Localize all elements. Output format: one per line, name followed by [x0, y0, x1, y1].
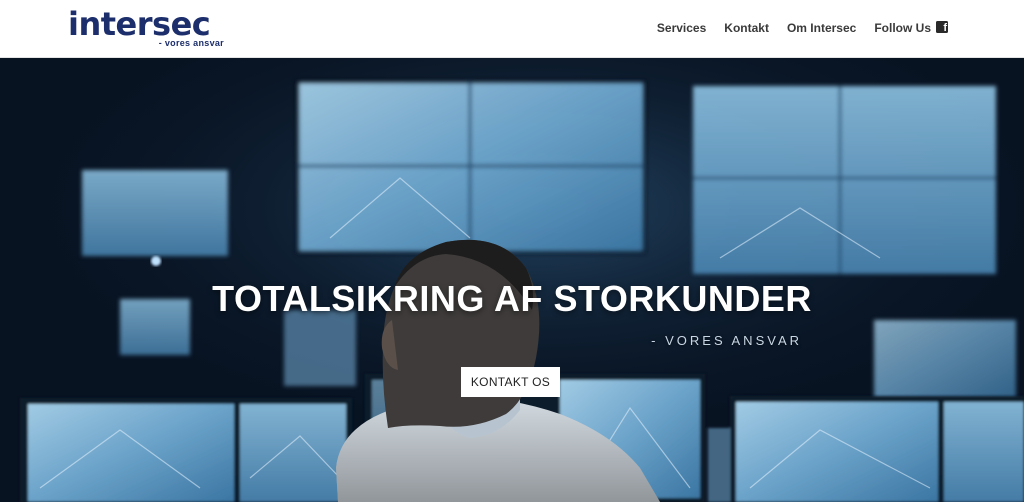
nav-follow-us[interactable]: Follow Us f	[874, 18, 948, 38]
hero-subtitle: - VORES ANSVAR	[651, 333, 802, 348]
facebook-icon[interactable]: f	[936, 21, 948, 33]
logo-tagline: - vores ansvar	[158, 38, 224, 48]
hero-section: TOTALSIKRING AF STORKUNDER - VORES ANSVA…	[0, 58, 1024, 502]
hero-title: TOTALSIKRING AF STORKUNDER	[212, 278, 812, 319]
main-nav: Services Kontakt Om Intersec Follow Us f	[639, 18, 948, 38]
follow-us-label: Follow Us	[874, 21, 931, 35]
nav-services[interactable]: Services	[657, 18, 706, 38]
nav-om-intersec[interactable]: Om Intersec	[787, 18, 856, 38]
kontakt-os-button[interactable]: KONTAKT OS	[461, 367, 560, 397]
site-logo[interactable]: intersec - vores ansvar	[68, 5, 228, 50]
site-header: intersec - vores ansvar Services Kontakt…	[0, 0, 1024, 58]
nav-kontakt[interactable]: Kontakt	[724, 18, 769, 38]
